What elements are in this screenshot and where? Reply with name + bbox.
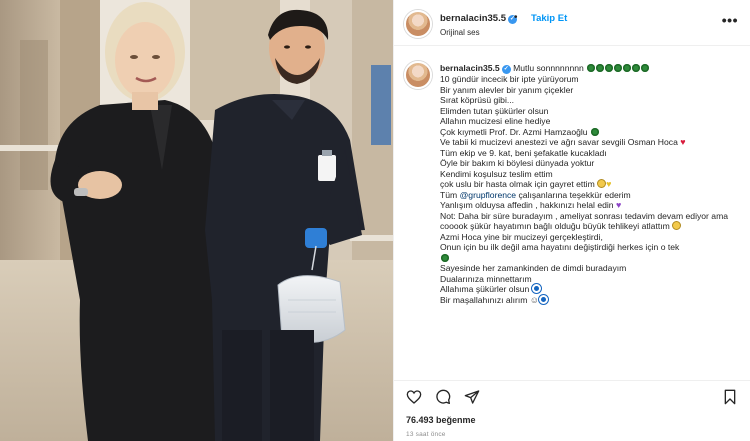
caption-line: Sayesinde her zamankinden de dimdi burad…	[440, 263, 627, 273]
post-side-panel: bernalacin35.5 ✓ • Takip Et Orijinal ses …	[393, 0, 750, 441]
audio-label[interactable]: Orijinal ses	[440, 28, 480, 37]
caption-text: çalışanlarına teşekkür ederim	[518, 189, 631, 200]
red-heart-icon: ♥	[680, 137, 686, 147]
caption-line: Çok kıymetli Prof. Dr. Azmi Hamzaoğlu	[440, 127, 745, 138]
caption-line: Tüm ekip ve 9. kat, beni şefakatle kucak…	[440, 147, 607, 158]
caption-text: Mutlu sonnnnnnnn	[513, 63, 584, 73]
caption-line: Allahıma şükürler olsun	[440, 284, 745, 295]
caption-username[interactable]: bernalacin35.5	[440, 63, 500, 73]
caption-text: Ve tabii ki mucizevi anestezi ve ağrı sa…	[440, 137, 678, 147]
smile-face-icon	[672, 221, 682, 230]
hospital-photo-illustration	[0, 0, 393, 441]
evil-eye-icon	[531, 284, 541, 293]
smile-face-icon	[597, 179, 607, 188]
caption-line: Bir maşallahınızı alırım ☺	[440, 294, 745, 306]
likes-count[interactable]: 76.493 beğenme	[406, 415, 476, 425]
caption-line: Onun için bu ilk değil ama hayatını deği…	[440, 242, 680, 252]
caption-line: Bir yanım alevler bir yanım çiçekler	[440, 84, 574, 95]
clover-icon	[614, 64, 623, 72]
comment-icon[interactable]	[435, 389, 451, 405]
clover-icon	[441, 253, 449, 262]
caption-line: Ve tabii ki mucizevi anestezi ve ağrı sa…	[440, 137, 745, 148]
clover-icon	[590, 127, 599, 136]
author-avatar[interactable]	[404, 10, 432, 38]
caption-text: Not: Daha bir süre buradayım , ameliyat …	[440, 210, 729, 232]
caption-line: çok uslu bir hasta olmak için gayret ett…	[440, 179, 745, 190]
action-bar	[394, 380, 750, 410]
clover-icon	[605, 64, 614, 72]
caption-text: Tüm	[440, 189, 458, 200]
caption-line: Öyle bir bakım ki böylesi dünyada yoktur	[440, 158, 595, 168]
post-photo[interactable]	[0, 0, 393, 441]
caption-author-avatar[interactable]	[404, 61, 432, 89]
clover-icon	[632, 64, 641, 72]
verified-icon: ✓	[501, 65, 511, 74]
mention-link[interactable]: @grupflorence	[460, 190, 517, 200]
more-options-icon[interactable]: •••	[722, 12, 738, 28]
clover-icon	[587, 64, 596, 72]
author-username[interactable]: bernalacin35.5 ✓	[440, 13, 518, 24]
share-icon[interactable]	[464, 389, 480, 405]
purple-heart-icon: ♥	[615, 200, 622, 210]
caption-line: Not: Daha bir süre buradayım , ameliyat …	[440, 211, 745, 232]
header-separator: •	[514, 12, 518, 23]
caption-line: Kendimi koşulsuz teslim ettim	[440, 168, 553, 179]
clover-icon	[641, 64, 650, 72]
yellow-heart-icon: ♥	[606, 179, 612, 189]
caption-line: Elimden tutan şükürler olsun	[440, 105, 549, 116]
author-username-text[interactable]: bernalacin35.5	[440, 13, 506, 24]
caption-line	[440, 253, 745, 264]
evil-eye-icon	[539, 294, 548, 304]
post-timestamp[interactable]: 13 saat önce	[406, 431, 446, 438]
smile-icon: ☺	[529, 294, 539, 305]
caption-line: 10 gündür incecik bir ipte yürüyorum	[440, 74, 579, 84]
post-header: bernalacin35.5 ✓ • Takip Et Orijinal ses …	[394, 0, 750, 46]
heart-outline-icon[interactable]	[406, 389, 422, 405]
caption-area: bernalacin35.5 ✓ Mutlu sonnnnnnnn 10 günd…	[394, 55, 750, 375]
caption-text: Bir maşallahınızı alırım	[440, 294, 528, 305]
clover-icon	[596, 64, 605, 72]
caption-text: çok uslu bir hasta olmak için gayret ett…	[440, 179, 595, 189]
caption-line: Allahın mucizesi eline hediye	[440, 116, 551, 126]
caption-text: Çok kıymetli Prof. Dr. Azmi Hamzaoğlu	[440, 126, 588, 137]
caption-line: bernalacin35.5 ✓ Mutlu sonnnnnnnn	[440, 63, 745, 74]
caption-text: Allahıma şükürler olsun	[440, 284, 530, 294]
caption-line: Azmi Hoca yine bir mucizeyi gerçekleştir…	[440, 231, 603, 242]
caption-body: bernalacin35.5 ✓ Mutlu sonnnnnnnn 10 günd…	[440, 63, 745, 305]
caption-line: Tüm @grupflorence çalışanlarına teşekkür…	[440, 190, 745, 201]
caption-line: Yanlışım olduysa affedin , hakkınızı hel…	[440, 200, 745, 211]
caption-text: Yanlışım olduysa affedin , hakkınızı hel…	[440, 200, 614, 210]
caption-line: Sırat köprüsü gibi...	[440, 95, 515, 105]
follow-button[interactable]: Takip Et	[531, 13, 567, 24]
clover-icon	[623, 64, 632, 72]
bookmark-icon[interactable]	[722, 389, 738, 405]
caption-line: Dualarınıza minnettarım	[440, 273, 532, 284]
